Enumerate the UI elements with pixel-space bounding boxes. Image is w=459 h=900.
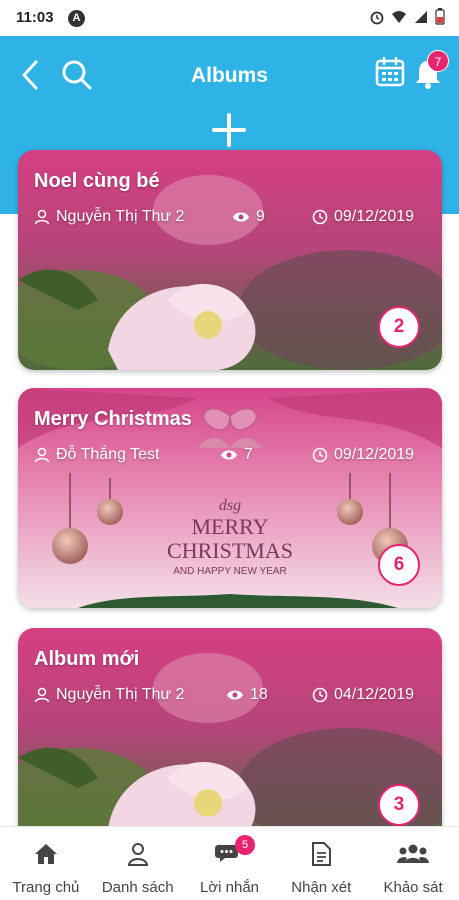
person-icon	[34, 209, 50, 225]
album-date: 04/12/2019	[312, 686, 414, 704]
document-icon	[312, 842, 332, 866]
album-view-count: 9	[256, 208, 265, 225]
eye-icon	[221, 450, 237, 460]
bottom-navigation: Trang chủ Danh sách 5 Lời nhắn Nhận xét …	[0, 826, 459, 900]
album-date: 09/12/2019	[312, 446, 414, 464]
album-date-text: 04/12/2019	[334, 686, 415, 703]
eye-icon	[227, 690, 243, 700]
album-views: 18	[226, 686, 268, 704]
album-author: Nguyễn Thị Thư 2	[34, 208, 184, 226]
nav-item-messages[interactable]: 5 Lời nhắn	[184, 827, 276, 900]
person-icon	[127, 843, 148, 866]
clock-icon	[312, 687, 328, 703]
battery-icon	[435, 8, 445, 25]
photo-count-badge: 3	[378, 784, 420, 826]
calendar-icon[interactable]	[374, 56, 406, 88]
album-author-name: Nguyễn Thị Thư 2	[56, 208, 185, 225]
nav-item-reviews[interactable]: Nhận xét	[275, 827, 367, 900]
album-views: 7	[220, 446, 253, 464]
cover-line1-text: MERRY	[191, 514, 268, 539]
cover-logo-text: dsg	[219, 497, 241, 514]
album-author: Đỗ Thắng Test	[34, 446, 159, 464]
nav-label: Trang chủ	[12, 879, 80, 896]
album-author: Nguyễn Thị Thư 2	[34, 686, 184, 704]
album-title: Album mới	[34, 648, 140, 670]
person-icon	[34, 687, 50, 703]
album-card[interactable]: Noel cùng bé Nguyễn Thị Thư 2 9 09/12/20…	[18, 150, 442, 370]
cover-line2-text: CHRISTMAS	[167, 538, 293, 563]
album-views: 9	[232, 208, 265, 226]
status-time: 11:03	[16, 9, 54, 26]
notification-count-badge: 7	[427, 50, 449, 72]
photo-count-badge: 2	[378, 306, 420, 348]
album-view-count: 7	[244, 446, 253, 463]
clock-icon	[312, 209, 328, 225]
nav-label: Danh sách	[101, 879, 174, 896]
album-view-count: 18	[250, 686, 268, 703]
nav-item-home[interactable]: Trang chủ	[0, 827, 92, 900]
album-date-text: 09/12/2019	[334, 446, 415, 463]
clock-icon	[312, 447, 328, 463]
a-notification-icon: A	[68, 10, 85, 27]
nav-label: Khảo sát	[383, 879, 443, 896]
album-author-name: Nguyễn Thị Thư 2	[56, 686, 185, 703]
nav-item-survey[interactable]: Khảo sát	[367, 827, 459, 900]
status-bar: 11:03 A	[0, 0, 459, 36]
album-date-text: 09/12/2019	[334, 208, 415, 225]
person-icon	[34, 447, 50, 463]
nav-item-list[interactable]: Danh sách	[92, 827, 184, 900]
home-icon	[34, 844, 57, 864]
group-icon	[397, 844, 430, 863]
add-album-button[interactable]	[211, 112, 247, 148]
cover-line3-text: AND HAPPY NEW YEAR	[173, 566, 287, 577]
alarm-icon	[370, 11, 384, 24]
messages-count-badge: 5	[235, 835, 255, 855]
nav-label: Nhận xét	[291, 879, 352, 896]
photo-count-badge: 6	[378, 544, 420, 586]
album-card[interactable]: dsg MERRY CHRISTMAS AND HAPPY NEW YEAR M…	[18, 388, 442, 608]
album-title: Merry Christmas	[34, 408, 192, 430]
nav-label: Lời nhắn	[199, 879, 260, 896]
wifi-icon	[392, 10, 406, 23]
album-title: Noel cùng bé	[34, 170, 160, 192]
signal-icon	[415, 10, 427, 23]
eye-icon	[233, 212, 249, 222]
album-date: 09/12/2019	[312, 208, 414, 226]
album-card[interactable]: Album mới Nguyễn Thị Thư 2 18 04/12/2019…	[18, 628, 442, 848]
album-author-name: Đỗ Thắng Test	[56, 446, 160, 463]
